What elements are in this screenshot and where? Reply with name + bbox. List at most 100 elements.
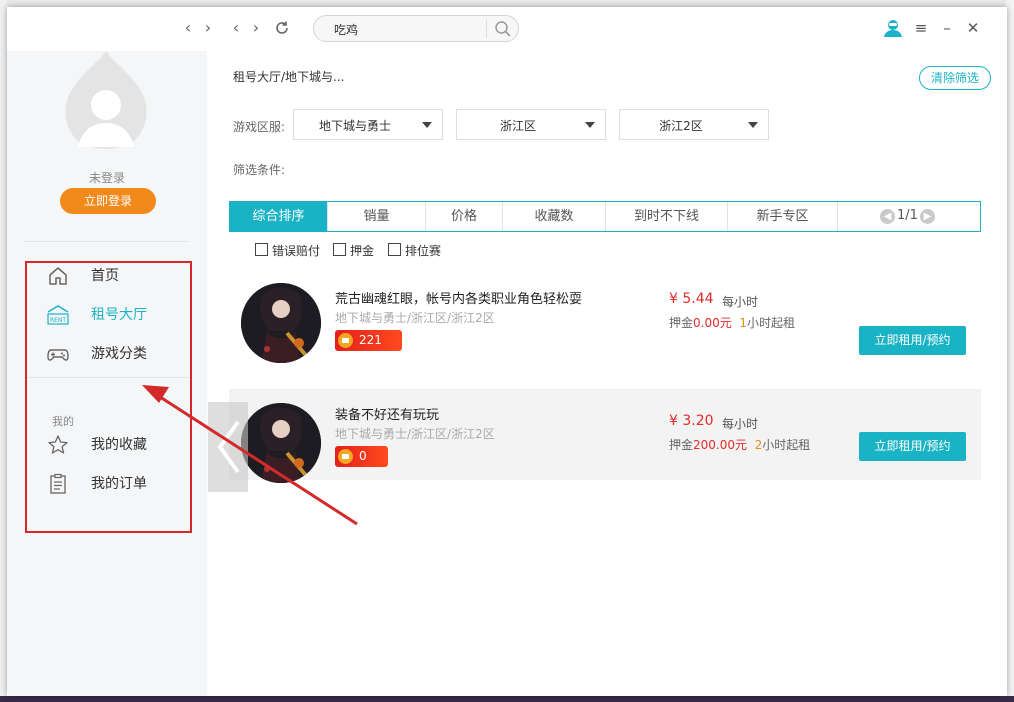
list-item[interactable]: 荒古幽魂红眼，帐号内各类职业角色轻松耍 地下城与勇士/浙江区/浙江2区 221 …: [229, 269, 981, 363]
sidebar-item-game-category[interactable]: 游戏分类: [47, 341, 177, 367]
min-hours-suffix: 小时起租: [762, 438, 811, 452]
sidebar-item-orders[interactable]: 我的订单: [47, 471, 177, 497]
next-page-icon[interactable]: ▶: [920, 209, 935, 224]
search-input[interactable]: [334, 20, 484, 38]
rental-count: 221: [359, 333, 382, 347]
rent-now-button[interactable]: 立即租用/预约: [859, 432, 966, 461]
search-box: [313, 15, 519, 42]
server-select[interactable]: 浙江2区: [619, 109, 769, 140]
item-deposit: 押金0.00元 1小时起租: [669, 314, 795, 331]
rental-count-icon: [338, 449, 353, 464]
prev-page-icon[interactable]: ◀: [880, 209, 895, 224]
tab-favorites-count[interactable]: 收藏数: [503, 202, 606, 231]
background-window-right: [1006, 0, 1014, 702]
sidebar-divider: [25, 377, 189, 378]
list-item[interactable]: 装备不好还有玩玩 地下城与勇士/浙江区/浙江2区 0 ¥ 3.20 每小时 押金…: [229, 389, 981, 483]
carousel-prev-button[interactable]: [208, 402, 248, 492]
rental-count-icon: [338, 333, 353, 348]
min-hours-suffix: 小时起租: [747, 316, 796, 330]
minimize-icon[interactable]: –: [937, 18, 957, 38]
item-subtitle: 地下城与勇士/浙江区/浙江2区: [335, 427, 495, 441]
sidebar-section-title: 我的: [52, 415, 74, 428]
login-status: 未登录: [88, 171, 125, 185]
item-price: ¥ 5.44: [669, 291, 714, 307]
login-button[interactable]: 立即登录: [60, 188, 156, 214]
checkbox-label: 错误赔付: [272, 244, 321, 258]
item-deposit: 押金200.00元 2小时起租: [669, 436, 810, 453]
price-unit: 每小时: [722, 295, 759, 309]
chevron-down-icon: [748, 122, 758, 128]
order-icon: [47, 473, 69, 495]
history-back-icon[interactable]: ‹: [179, 17, 197, 39]
game-select[interactable]: 地下城与勇士: [293, 109, 443, 140]
history-forward-icon[interactable]: ›: [199, 17, 217, 39]
sidebar: 未登录 立即登录 首页 RENT 租号大厅 游戏分类 我的 我的收藏 我的订单: [7, 51, 207, 696]
sidebar-item-favorites[interactable]: 我的收藏: [47, 432, 177, 458]
checkbox-box[interactable]: [255, 243, 268, 256]
region-select-value: 浙江区: [499, 119, 536, 133]
sidebar-item-label: 首页: [91, 268, 119, 284]
search-separator: [486, 20, 487, 38]
background-window-left: [0, 0, 7, 702]
rent-now-button[interactable]: 立即租用/预约: [859, 326, 966, 355]
deposit-prefix: 押金: [669, 438, 694, 452]
close-icon[interactable]: ✕: [963, 18, 983, 38]
refresh-icon[interactable]: [273, 17, 291, 39]
region-label: 游戏区服:: [233, 120, 286, 134]
checkbox-label: 排位赛: [405, 244, 442, 258]
server-select-value: 浙江2区: [659, 119, 703, 133]
item-title[interactable]: 荒古幽魂红眼，帐号内各类职业角色轻松耍: [335, 288, 582, 307]
user-icon[interactable]: [883, 18, 903, 38]
tab-price[interactable]: 价格: [426, 202, 503, 231]
breadcrumb: 租号大厅/地下城与...: [233, 70, 345, 84]
back-icon[interactable]: ‹: [227, 17, 245, 39]
checkbox-box[interactable]: [388, 243, 401, 256]
item-title[interactable]: 装备不好还有玩玩: [335, 404, 439, 423]
sidebar-item-label: 我的订单: [91, 476, 147, 492]
chevron-down-icon: [422, 122, 432, 128]
clear-filter-button[interactable]: 清除筛选: [919, 66, 991, 90]
deposit-prefix: 押金: [669, 316, 694, 330]
sidebar-item-label: 租号大厅: [91, 307, 147, 323]
tab-sales[interactable]: 销量: [328, 202, 426, 231]
filter-label: 筛选条件:: [233, 163, 286, 177]
menu-icon[interactable]: ≡: [911, 18, 931, 38]
deposit-amount: 0.00元: [693, 316, 732, 330]
home-icon: [47, 265, 69, 287]
checkbox-label: 押金: [350, 244, 375, 258]
title-bar: ‹ › ‹ › ≡ – ✕: [7, 7, 1007, 51]
sidebar-item-label: 我的收藏: [91, 437, 147, 453]
price-unit: 每小时: [722, 417, 759, 431]
sidebar-item-label: 游戏分类: [91, 346, 147, 362]
pager: ◀ 1/1 ▶: [880, 207, 940, 227]
rental-count: 0: [359, 449, 367, 463]
tab-no-offline[interactable]: 到时不下线: [606, 202, 728, 231]
rent-icon: RENT: [47, 304, 69, 326]
game-select-value: 地下城与勇士: [318, 119, 391, 133]
min-hours: 1: [739, 316, 748, 330]
chevron-down-icon: [585, 122, 595, 128]
rental-count-badge: 221: [335, 330, 402, 351]
app-window: ‹ › ‹ › ≡ – ✕ 未登录 立即登录: [7, 7, 1007, 696]
page-indicator: 1/1: [897, 208, 918, 223]
region-select[interactable]: 浙江区: [456, 109, 606, 140]
item-price: ¥ 3.20: [669, 413, 714, 429]
search-icon[interactable]: [494, 20, 512, 38]
deposit-amount: 200.00元: [693, 438, 748, 452]
tab-newbie-zone[interactable]: 新手专区: [728, 202, 838, 231]
sidebar-item-rent-hall[interactable]: RENT 租号大厅: [47, 302, 177, 328]
gamepad-icon: [47, 343, 69, 365]
avatar[interactable]: [64, 51, 148, 151]
checkbox-box[interactable]: [333, 243, 346, 256]
forward-icon[interactable]: ›: [247, 17, 265, 39]
sidebar-item-home[interactable]: 首页: [47, 263, 177, 289]
star-icon: [47, 434, 69, 456]
game-thumbnail: [241, 283, 321, 363]
rental-count-badge: 0: [335, 446, 388, 467]
game-thumbnail: [241, 403, 321, 483]
tab-overall-sort[interactable]: 综合排序: [230, 202, 328, 231]
item-subtitle: 地下城与勇士/浙江区/浙江2区: [335, 311, 495, 325]
background-window-bottom: [0, 696, 1014, 702]
sort-bar: 综合排序 销量 价格 收藏数 到时不下线 新手专区 ◀ 1/1 ▶: [229, 201, 981, 232]
main-content: 租号大厅/地下城与... 清除筛选 游戏区服: 地下城与勇士 浙江区 浙江2区 …: [207, 51, 1007, 696]
